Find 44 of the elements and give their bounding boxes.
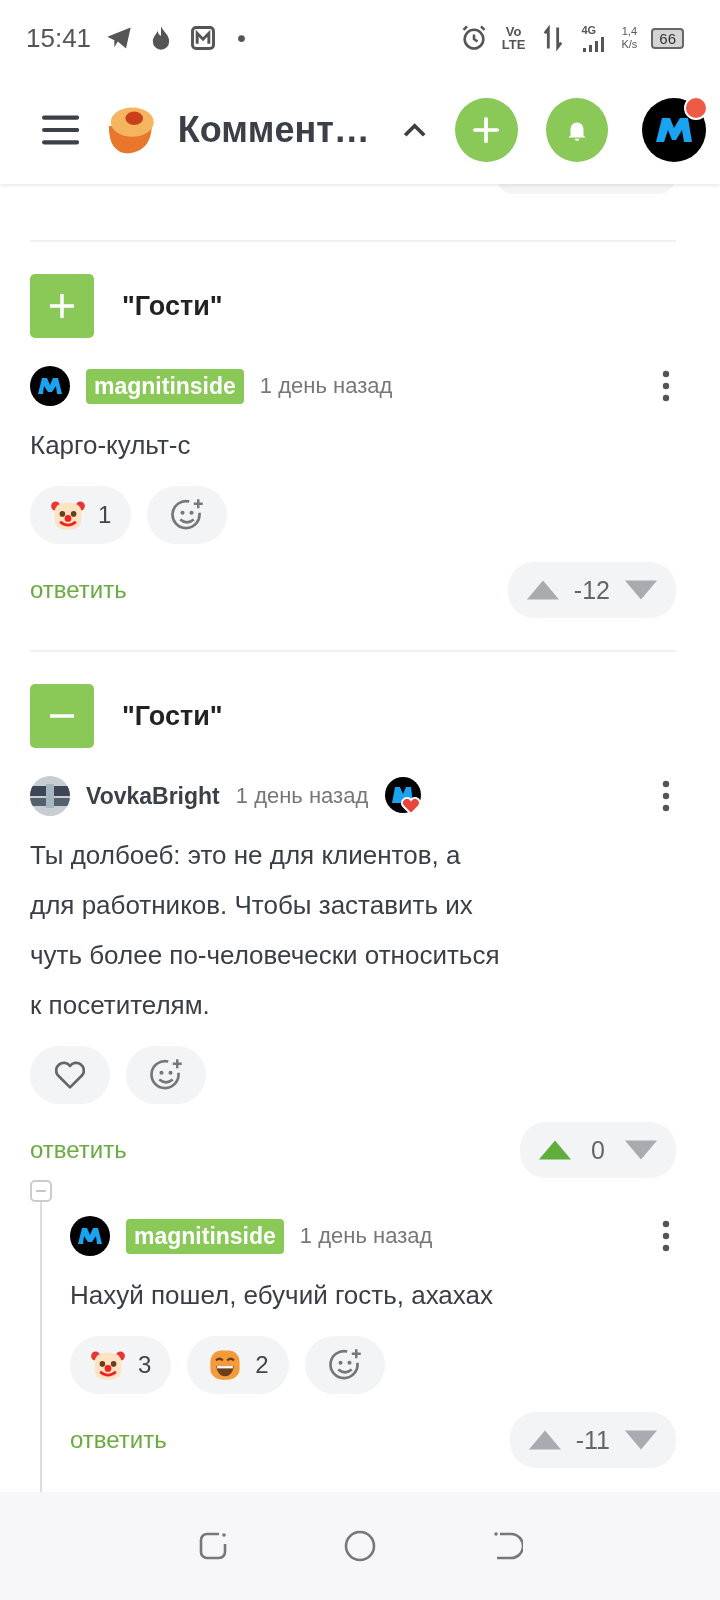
- user-avatar-icon[interactable]: [70, 1216, 110, 1256]
- reply-link[interactable]: ответить: [70, 1426, 167, 1454]
- vote-score: -12: [573, 575, 610, 605]
- thread-toggle[interactable]: [30, 274, 94, 338]
- network-speed: 1,4 K/s: [621, 25, 638, 51]
- more-options-icon[interactable]: [662, 1220, 670, 1252]
- comment-time: 1 день назад: [299, 1223, 433, 1249]
- minus-icon: [47, 714, 77, 718]
- app-icon: [189, 24, 218, 52]
- battery-indicator: 66: [651, 27, 684, 49]
- status-time: 15:41: [26, 22, 92, 54]
- comment-time: 1 день назад: [259, 373, 393, 399]
- thread-title: "Гости": [122, 700, 223, 732]
- comment-text: Нахуй пошел, ебучий гость, ахахах: [70, 1279, 494, 1312]
- upvote-icon[interactable]: [538, 1139, 572, 1161]
- comment-text: Ты долбоеб: это не для клиентов, а для работников. Чтобы заставить их чуть более по-человечески относиться к посетителям.: [30, 839, 501, 1022]
- thread-toggle[interactable]: [30, 684, 94, 748]
- page-title: Коммент…: [177, 109, 370, 151]
- reply-link[interactable]: ответить: [30, 1136, 127, 1164]
- vote-score: 0: [590, 1135, 606, 1165]
- reaction-button[interactable]: 3: [70, 1336, 172, 1394]
- profile-avatar-icon[interactable]: [642, 98, 706, 162]
- comment-time: 1 день назад: [235, 783, 369, 809]
- menu-icon[interactable]: [42, 114, 80, 146]
- author-name[interactable]: magnitinside: [126, 1218, 284, 1254]
- thread-title: "Гости": [122, 290, 223, 322]
- reaction-button[interactable]: 2: [187, 1336, 289, 1394]
- volte-indicator: Vo LTE: [501, 25, 526, 51]
- vote-score: -11: [575, 1425, 610, 1455]
- reaction-button[interactable]: 1: [30, 486, 132, 544]
- plus-icon: [472, 116, 501, 144]
- comment-text: Карго-культ-с: [30, 429, 192, 462]
- more-options-icon[interactable]: [662, 780, 670, 812]
- author-name[interactable]: VovkaBright: [86, 782, 220, 810]
- reply-link[interactable]: ответить: [30, 576, 127, 604]
- dot-icon: [237, 33, 247, 43]
- user-avatar-icon[interactable]: [30, 366, 70, 406]
- more-options-icon[interactable]: [662, 370, 670, 402]
- caret-up-icon[interactable]: [401, 121, 428, 139]
- plus-icon: [47, 291, 77, 321]
- home-icon[interactable]: [344, 1530, 376, 1562]
- author-name[interactable]: magnitinside: [86, 368, 244, 404]
- collapse-toggle[interactable]: [30, 1180, 52, 1202]
- network-type: 4G: [581, 24, 597, 36]
